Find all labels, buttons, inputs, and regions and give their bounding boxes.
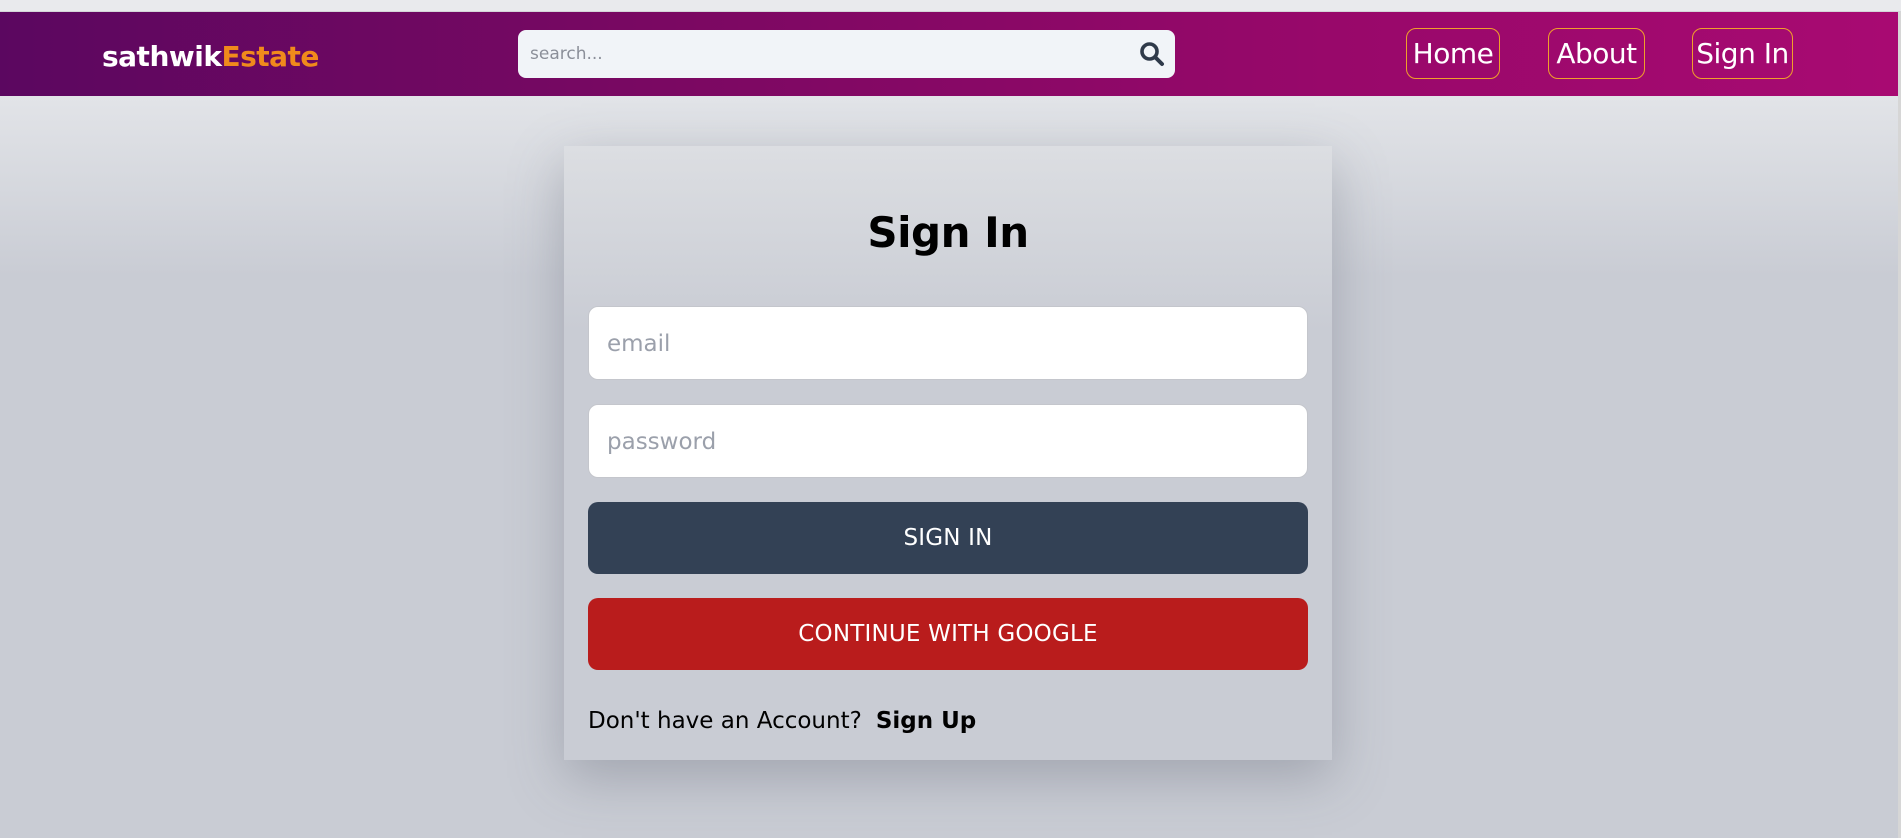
email-field[interactable] (607, 327, 1287, 361)
nav-about-link[interactable]: About (1548, 28, 1645, 79)
nav-home-link[interactable]: Home (1406, 28, 1500, 79)
nav-sign-in-link[interactable]: Sign In (1692, 28, 1793, 79)
search-form (518, 30, 1175, 78)
search-input[interactable] (530, 38, 1110, 70)
continue-with-google-button[interactable]: CONTINUE WITH GOOGLE (588, 598, 1308, 670)
no-account-text: Don't have an Account? (588, 708, 862, 734)
search-icon (1140, 42, 1164, 66)
site-logo[interactable]: sathwikEstate (102, 40, 319, 73)
page-title: Sign In (867, 208, 1029, 257)
password-field-container (588, 404, 1308, 478)
sign-in-card: Sign In SIGN IN CONTINUE WITH GOOGLE Don… (564, 146, 1332, 760)
site-header: sathwikEstate Home About Sign In (0, 12, 1898, 96)
search-button[interactable] (1139, 41, 1165, 67)
sign-up-link[interactable]: Sign Up (876, 708, 976, 734)
sign-up-prompt: Don't have an Account? Sign Up (588, 704, 976, 738)
logo-text-primary: sathwik (102, 40, 222, 73)
logo-text-accent: Estate (221, 40, 319, 73)
browser-top-edge (0, 0, 1901, 12)
email-field-container (588, 306, 1308, 380)
password-field[interactable] (607, 425, 1287, 459)
sign-in-button[interactable]: SIGN IN (588, 502, 1308, 574)
